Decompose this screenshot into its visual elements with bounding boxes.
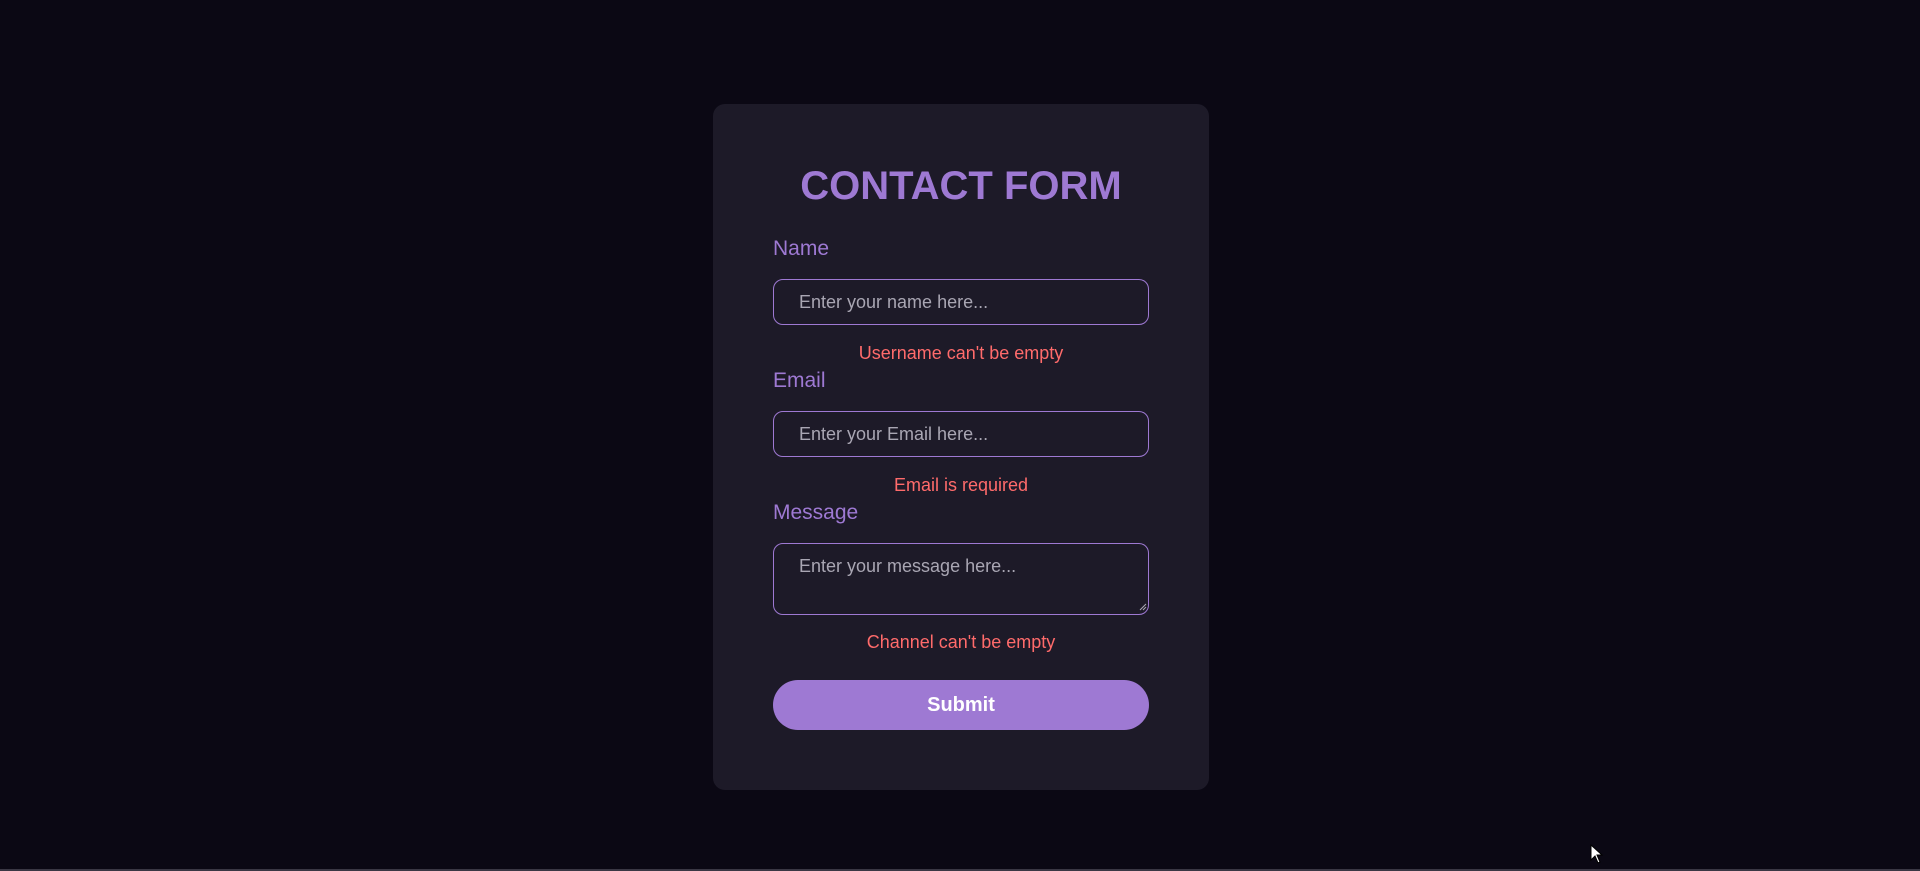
contact-form-card: CONTACT FORM Name Username can't be empt… [713, 104, 1209, 790]
message-error: Channel can't be empty [866, 632, 1056, 652]
name-label: Name [773, 237, 830, 260]
mouse-pointer-icon [1590, 844, 1604, 864]
message-textarea[interactable] [773, 543, 1149, 615]
submit-button[interactable]: Submit [773, 680, 1149, 730]
name-input[interactable] [773, 279, 1149, 325]
email-error: Email is required [893, 475, 1029, 495]
form-title: CONTACT FORM [800, 164, 1122, 208]
resize-handle-icon[interactable] [1139, 603, 1147, 611]
email-input[interactable] [773, 411, 1149, 457]
name-error: Username can't be empty [858, 343, 1064, 363]
message-label: Message [773, 501, 859, 524]
email-label: Email [773, 369, 826, 392]
